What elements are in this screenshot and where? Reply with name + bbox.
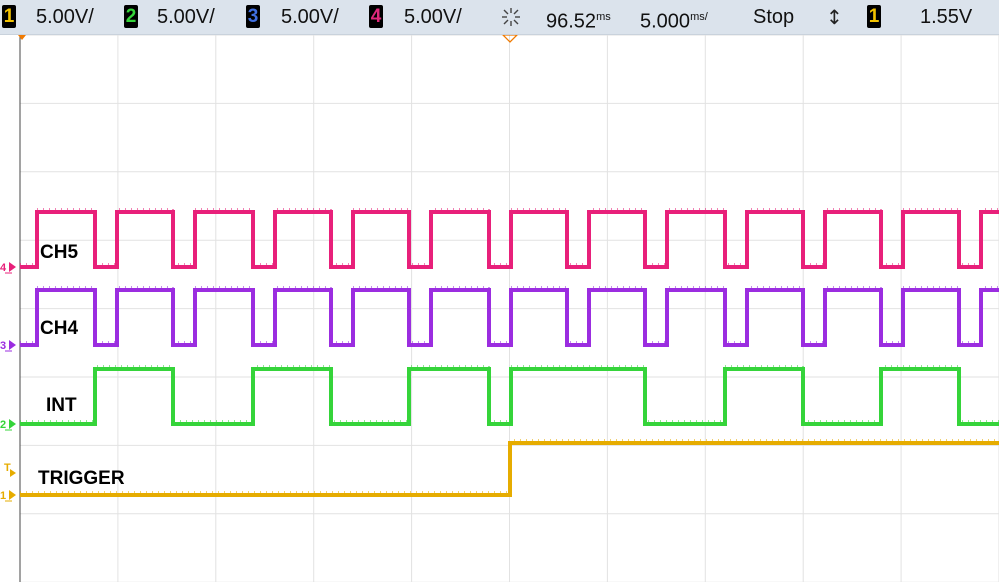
ground-marker-3[interactable]: 3 bbox=[0, 340, 16, 352]
trace-label-ch5: CH5 bbox=[40, 242, 78, 263]
channel-2-badge[interactable]: 2 bbox=[124, 5, 138, 28]
horizontal-delay[interactable]: 96.52ms bbox=[546, 4, 611, 35]
channel-3-scale[interactable]: 5.00V/ bbox=[281, 4, 339, 30]
delay-value: 96.52 bbox=[546, 10, 597, 33]
ground-marker-arrow-icon bbox=[9, 419, 16, 429]
ground-marker-number: 4 bbox=[0, 262, 7, 274]
trace-label-ch4: CH4 bbox=[40, 318, 78, 339]
timebase-value: 5.000 bbox=[640, 10, 691, 33]
timebase-scale[interactable]: 5.000ms/ bbox=[640, 4, 708, 35]
ground-marker-arrow-icon bbox=[9, 340, 16, 350]
ground-marker-arrow-icon bbox=[9, 262, 16, 272]
trace-label-int: INT bbox=[46, 395, 77, 416]
trigger-channel-number: 1 bbox=[868, 6, 880, 27]
ground-marker-number: 2 bbox=[0, 419, 6, 431]
channel-4-number: 4 bbox=[370, 6, 382, 27]
trigger-level-icon: T bbox=[4, 462, 11, 474]
trigger-level[interactable]: 1.55V bbox=[920, 4, 972, 30]
waveform-ch4 bbox=[20, 288, 999, 347]
ground-marker-number: 1 bbox=[0, 490, 6, 502]
channel-2-scale[interactable]: 5.00V/ bbox=[157, 4, 215, 30]
channel-3-badge[interactable]: 3 bbox=[246, 5, 260, 28]
waveform-ch5 bbox=[20, 210, 999, 269]
trigger-channel-badge[interactable]: 1 bbox=[867, 5, 881, 28]
delay-unit: ms bbox=[596, 11, 611, 23]
ground-marker-1[interactable]: 1 bbox=[0, 490, 16, 502]
ground-marker-2[interactable]: 2 bbox=[0, 419, 16, 431]
timebase-unit: ms/ bbox=[690, 11, 708, 23]
trigger-edge-icon[interactable]: ↕ bbox=[826, 4, 843, 30]
waveform-display[interactable]: 4 3 2 1 T CH5 CH4 INT TRIGGER bbox=[0, 35, 999, 582]
channel-4-scale[interactable]: 5.00V/ bbox=[404, 4, 462, 30]
status-bar: 1 5.00V/ 2 5.00V/ 3 5.00V/ 4 5.00V/ 96.5… bbox=[0, 0, 999, 35]
channel-2-number: 2 bbox=[125, 6, 137, 27]
channel-1-badge[interactable]: 1 bbox=[2, 5, 16, 28]
channel-4-badge[interactable]: 4 bbox=[369, 5, 383, 28]
channel-1-number: 1 bbox=[3, 6, 15, 27]
ground-marker-4[interactable]: 4 bbox=[0, 262, 16, 274]
waveform-trigger bbox=[20, 441, 999, 497]
channel-3-number: 3 bbox=[247, 6, 259, 27]
ground-marker-number: 3 bbox=[0, 340, 6, 352]
ground-marker-arrow-icon bbox=[9, 490, 16, 500]
time-reference-marker bbox=[18, 35, 26, 40]
channel-1-scale[interactable]: 5.00V/ bbox=[36, 4, 94, 30]
trigger-level-marker[interactable]: T bbox=[4, 462, 16, 477]
run-state[interactable]: Stop bbox=[753, 4, 794, 30]
acquire-icon[interactable] bbox=[500, 4, 522, 34]
trace-label-trigger: TRIGGER bbox=[38, 468, 125, 489]
trigger-level-arrow-icon bbox=[10, 469, 16, 477]
